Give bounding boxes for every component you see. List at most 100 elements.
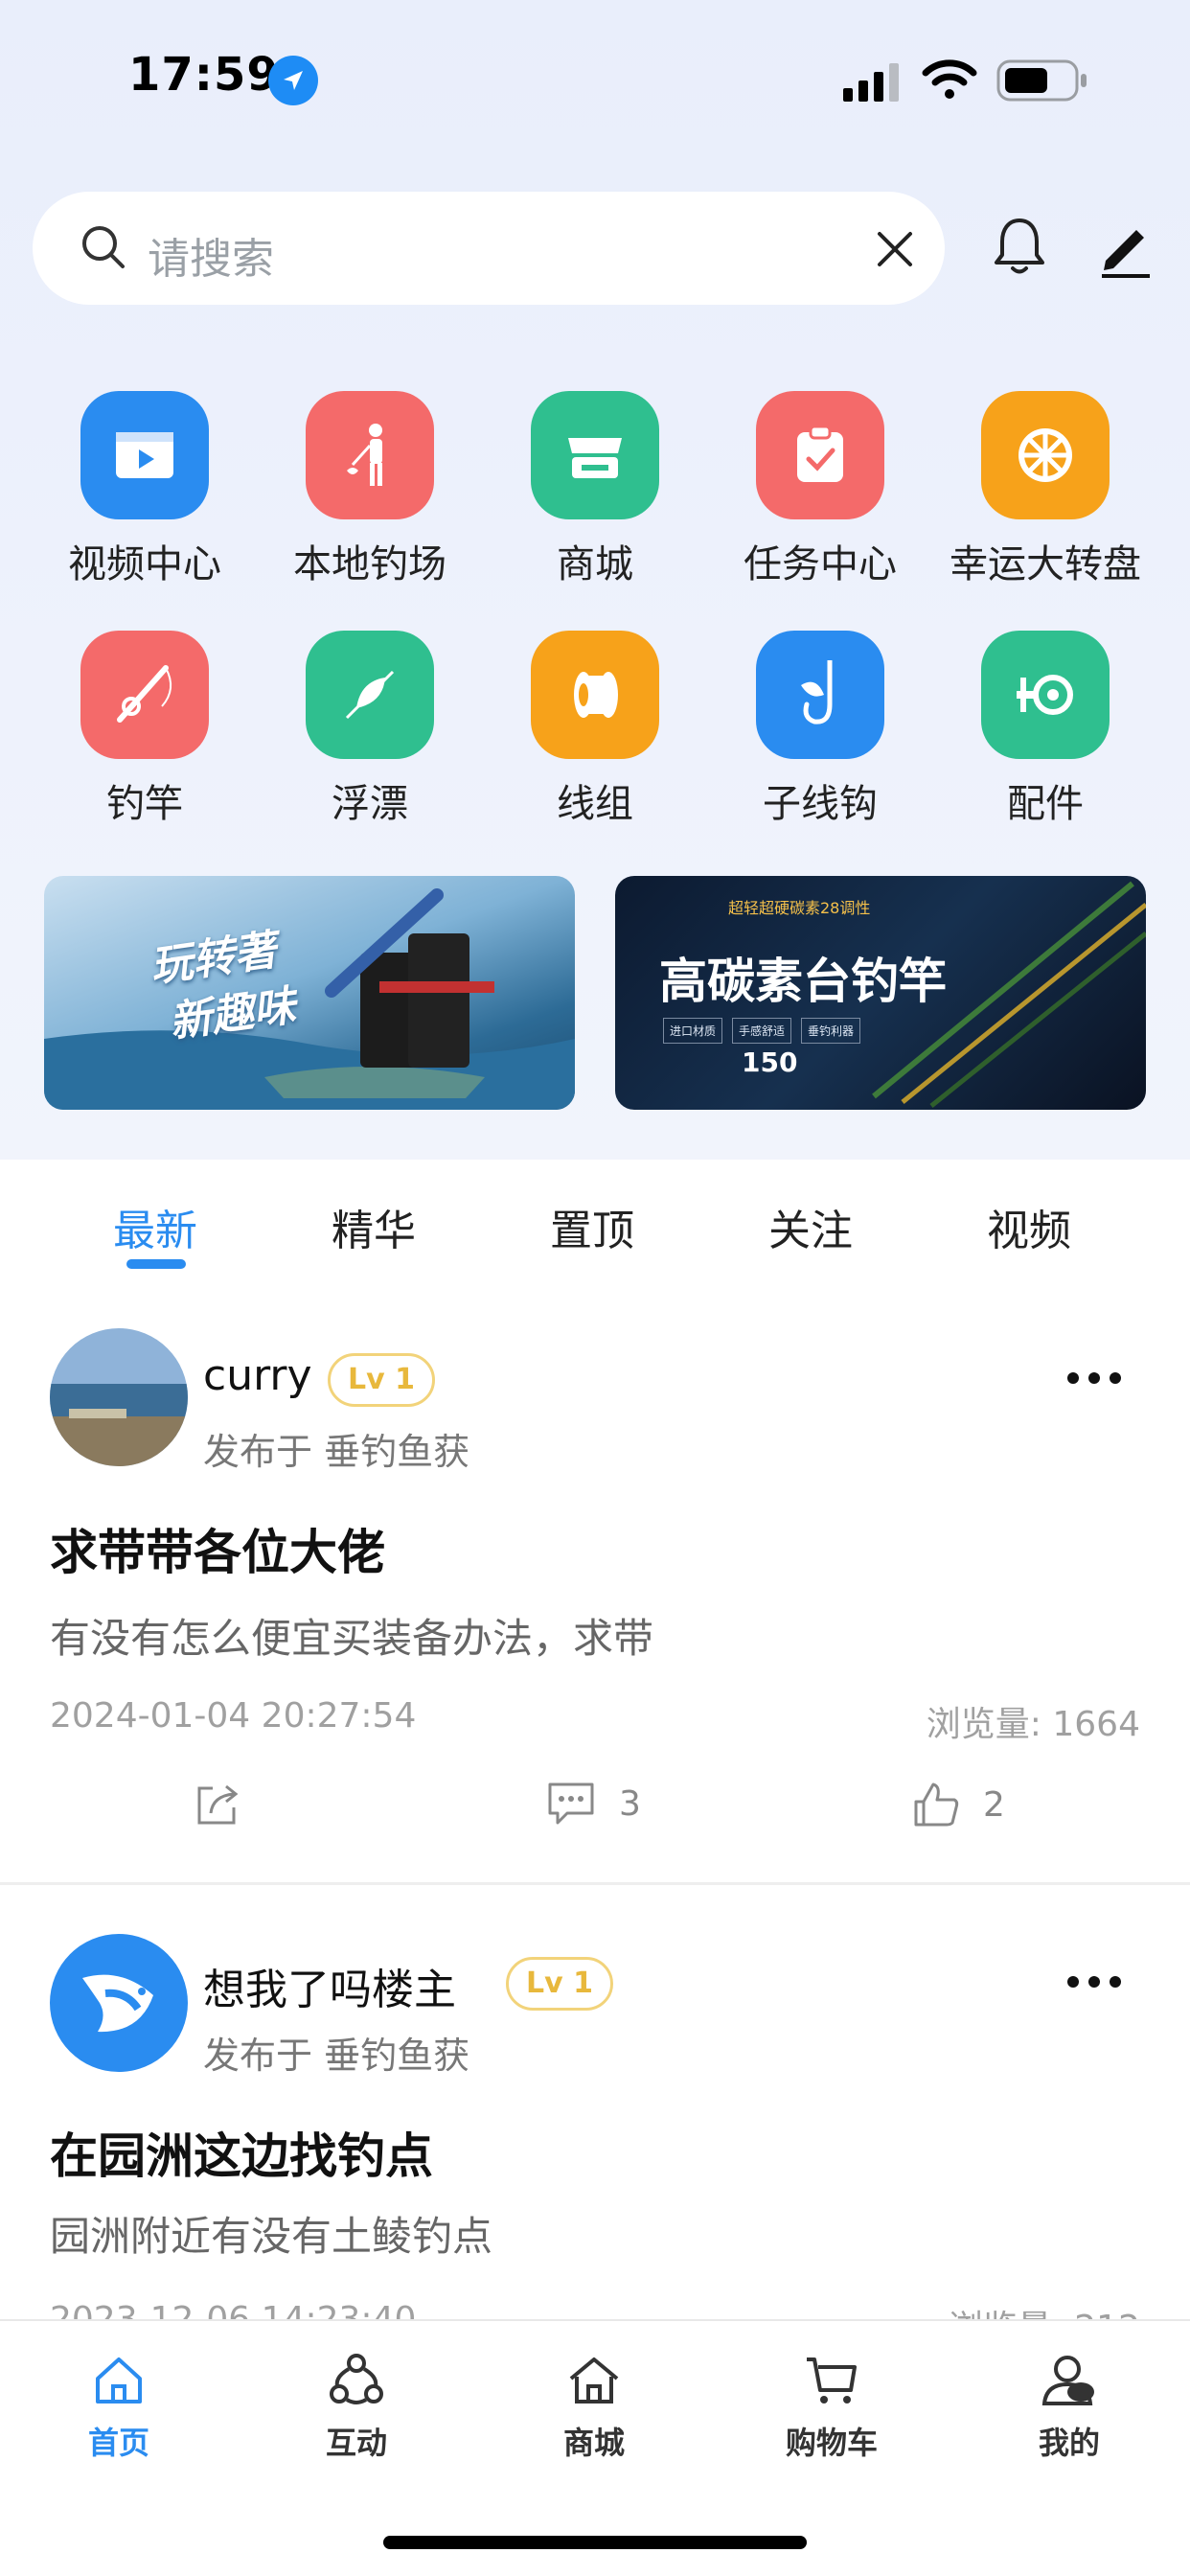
more-options-icon[interactable] (1065, 1368, 1123, 1388)
promo-banner-carbon-rod[interactable]: 超轻超硬碳素28调性 高碳素台钓竿 进口材质 手感舒适 垂钓利器 150 (615, 876, 1146, 1110)
share-button[interactable] (192, 1779, 241, 1828)
level-badge: Lv 1 (506, 1957, 613, 2011)
category-label: 幸运大转盘 (950, 542, 1141, 586)
category-lucky-wheel[interactable]: 幸运大转盘 (930, 391, 1160, 588)
store-icon (531, 391, 659, 519)
banner-tag: 垂钓利器 (801, 1018, 861, 1044)
nav-label: 互动 (325, 2425, 387, 2461)
category-fishing-rod[interactable]: 钓竿 (30, 631, 260, 828)
promo-banner-new-fun[interactable]: 玩转著 新趣味 (44, 876, 575, 1110)
clear-search-icon[interactable] (874, 228, 916, 270)
video-icon (80, 391, 209, 519)
post-title[interactable]: 在园洲这边找钓点 (50, 2118, 433, 2187)
like-count: 2 (983, 1784, 1005, 1825)
category-video-center[interactable]: 视频中心 (30, 391, 260, 588)
battery-icon (996, 59, 1087, 102)
tab-video[interactable]: 视频 (933, 1196, 1125, 1257)
feed-tabs: 最新 精华 置顶 关注 视频 (0, 1160, 1190, 1275)
category-label: 本地钓场 (293, 542, 446, 586)
status-bar: 17:59 (0, 0, 1190, 163)
banner-tags: 进口材质 手感舒适 垂钓利器 (663, 1018, 861, 1044)
category-label: 任务中心 (744, 542, 897, 586)
post-divider (0, 1882, 1190, 1885)
post-body[interactable]: 园洲附近有没有土鲮钓点 (50, 2204, 492, 2263)
wifi-icon (922, 59, 977, 99)
thumbs-up-icon (914, 1782, 959, 1827)
status-time: 17:59 (128, 48, 280, 102)
cart-icon (807, 2358, 857, 2404)
tab-following[interactable]: 关注 (715, 1196, 906, 1257)
category-store[interactable]: 商城 (480, 391, 710, 588)
category-label: 浮漂 (332, 782, 408, 826)
category-line-set[interactable]: 线组 (480, 631, 710, 828)
tab-latest[interactable]: 最新 (59, 1196, 251, 1257)
nav-store[interactable]: 商城 (498, 2350, 690, 2463)
location-arrow-icon (268, 56, 318, 105)
post-title[interactable]: 求带带各位大佬 (50, 1514, 385, 1583)
tab-pinned[interactable]: 置顶 (496, 1196, 688, 1257)
avatar[interactable] (50, 1328, 188, 1466)
level-badge: Lv 1 (328, 1353, 435, 1407)
banner-tag: 进口材质 (663, 1018, 723, 1044)
fisherman-icon (306, 391, 434, 519)
category-label: 钓竿 (106, 782, 183, 826)
nav-home[interactable]: 首页 (23, 2350, 215, 2463)
nav-interaction[interactable]: 互动 (261, 2350, 452, 2463)
nav-cart[interactable]: 购物车 (736, 2350, 927, 2463)
edit-pencil-icon[interactable] (1094, 218, 1156, 280)
tab-featured[interactable]: 精华 (278, 1196, 469, 1257)
category-hook[interactable]: 子线钩 (705, 631, 935, 828)
clipboard-check-icon (756, 391, 884, 519)
post-published-in: 发布于 垂钓鱼获 (203, 1431, 470, 1473)
nav-profile[interactable]: 我的 (973, 2350, 1165, 2463)
search-icon (82, 226, 125, 268)
home-icon (96, 2358, 142, 2404)
active-tab-indicator (126, 1259, 186, 1269)
category-local-fishing-spot[interactable]: 本地钓场 (255, 391, 485, 588)
category-label: 线组 (557, 782, 633, 826)
nav-label: 商城 (562, 2425, 625, 2461)
post-body[interactable]: 有没有怎么便宜买装备办法，求带 (50, 1606, 653, 1665)
post-author[interactable]: 想我了吗楼主 (203, 1955, 456, 2016)
banner-tag: 手感舒适 (732, 1018, 792, 1044)
nav-label: 购物车 (785, 2425, 878, 2461)
avatar[interactable] (50, 1934, 188, 2072)
nav-label: 首页 (87, 2425, 149, 2461)
category-accessories[interactable]: 配件 (930, 631, 1160, 828)
float-icon (306, 631, 434, 759)
category-label: 子线钩 (763, 782, 878, 826)
more-options-icon[interactable] (1065, 1972, 1123, 1991)
post-author[interactable]: curry (203, 1351, 312, 1400)
hook-icon (756, 631, 884, 759)
search-bar[interactable]: 请搜索 (33, 192, 945, 305)
notification-bell-icon[interactable] (987, 213, 1052, 278)
category-label: 配件 (1007, 782, 1084, 826)
home-indicator (383, 2536, 807, 2549)
banner-title: 高碳素台钓竿 (659, 954, 947, 1009)
like-button[interactable]: 2 (910, 1779, 1005, 1830)
profile-icon (1041, 2356, 1094, 2405)
share-icon (197, 1784, 239, 1825)
category-label: 商城 (557, 542, 633, 586)
category-label: 视频中心 (68, 542, 221, 586)
reel-icon (981, 631, 1110, 759)
fishing-rod-icon (80, 631, 209, 759)
comment-count: 3 (619, 1783, 641, 1824)
post-published-in: 发布于 垂钓鱼获 (203, 2035, 470, 2077)
post-date: 2024-01-04 20:27:54 (50, 1696, 417, 1736)
comment-button[interactable]: 3 (544, 1779, 641, 1828)
wheel-icon (981, 391, 1110, 519)
category-float[interactable]: 浮漂 (255, 631, 485, 828)
nav-label: 我的 (1038, 2425, 1100, 2461)
banner-artwork (44, 888, 575, 1110)
post-view-count: 浏览量: 1664 (926, 1705, 1140, 1744)
banner-subtitle: 超轻超硬碳素28调性 (728, 899, 871, 917)
comment-icon (548, 1782, 594, 1825)
banner-price: 150 (742, 1046, 798, 1078)
category-task-center[interactable]: 任务中心 (705, 391, 935, 588)
interaction-icon (330, 2354, 383, 2404)
line-spool-icon (531, 631, 659, 759)
cellular-signal-icon (843, 63, 899, 102)
store-home-icon (569, 2358, 619, 2404)
search-input[interactable]: 请搜索 (148, 224, 274, 286)
